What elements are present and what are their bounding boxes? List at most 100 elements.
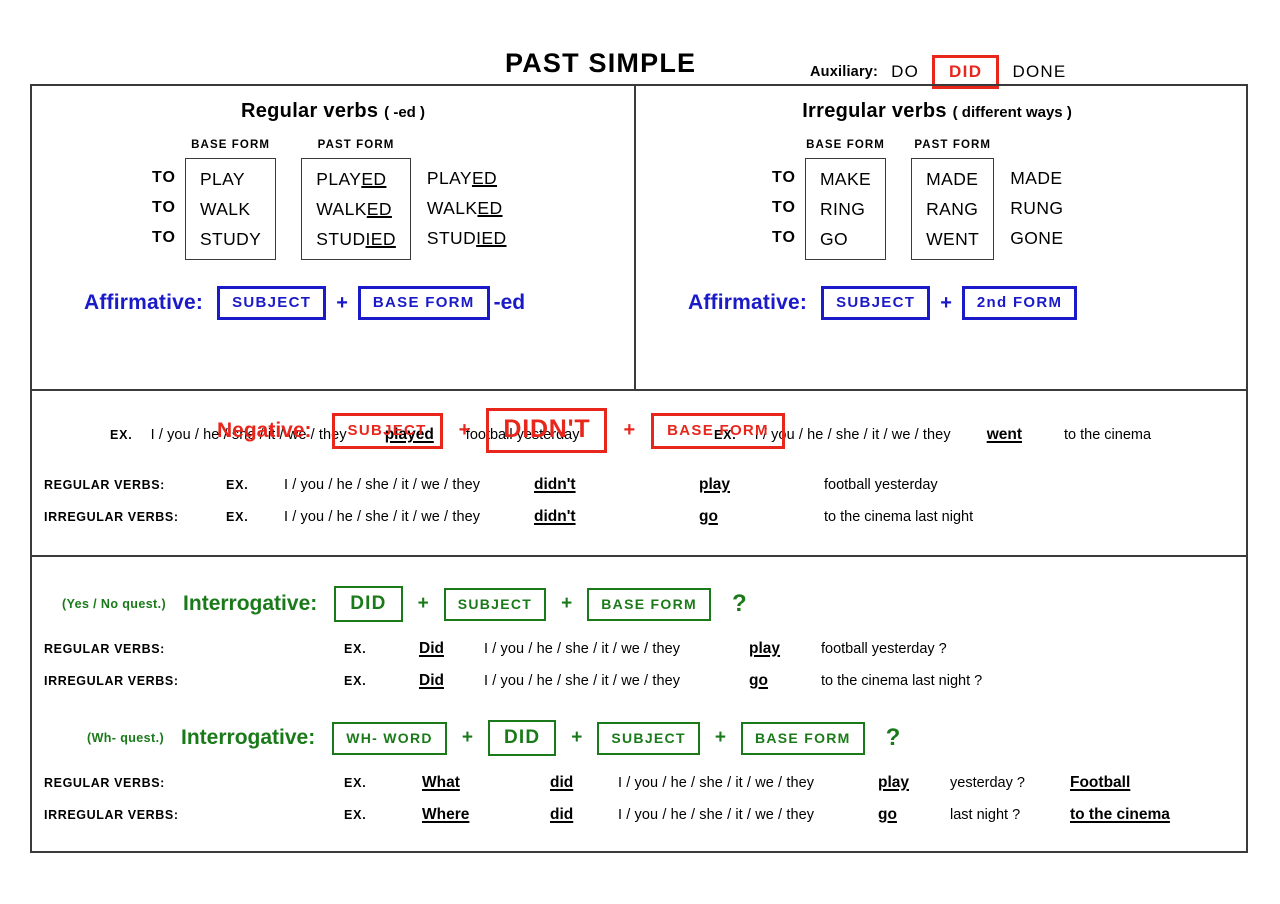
regular-base-header: BASE FORM [191, 139, 271, 151]
irregular-to-column: TO TO TO [772, 139, 805, 258]
example-tag: EX. [344, 776, 367, 790]
auxiliary-do: DO [891, 62, 919, 81]
table-row: RUNG [1010, 197, 1064, 218]
regular-subject-box: SUBJECT [217, 286, 327, 320]
section-separator-negative [32, 389, 1246, 391]
table-row: PLAY [199, 168, 245, 189]
interrogative-did-box: DID [334, 586, 403, 622]
example-answer: Football [1070, 774, 1131, 791]
irregular-subject-box: SUBJECT [821, 286, 931, 320]
table-row: STUDY [199, 228, 262, 249]
regular-verb-table: TO TO TO BASE FORM PLAY WALK STUDY PAST … [152, 139, 507, 260]
negative-subject-box: SUBJECT [331, 412, 443, 449]
example-subject: I / you / he / she / it / we / they [284, 509, 481, 525]
negative-didnt-box: DIDN'T [486, 408, 608, 453]
table-row: TO [152, 229, 176, 246]
table-row: WENT [926, 228, 980, 249]
regular-baseform-box: BASE FORM [357, 286, 490, 320]
example-aux: did [550, 774, 574, 791]
question-mark: ? [885, 724, 901, 751]
example-rest: to the cinema last night ? [821, 673, 983, 689]
table-row: TO [152, 169, 176, 186]
irregular-affirmative-formula: Affirmative: SUBJECT + 2nd FORM [688, 286, 1078, 320]
page-header: PAST SIMPLE Auxiliary: DO DID DONE [0, 22, 1280, 89]
interrogative-whword-box: WH- WORD [332, 721, 447, 755]
example-subject: I / you / he / she / it / we / they [618, 807, 815, 823]
example-verb: play [878, 774, 910, 791]
example-aux: did [550, 806, 574, 823]
row-label: IRREGULAR VERBS: [44, 808, 179, 822]
plus-sign: + [417, 593, 429, 614]
section-separator-interrogative [32, 555, 1246, 557]
row-label: REGULAR VERBS: [44, 478, 165, 492]
regular-past-column: PAST FORM PLAY ED WALK ED STUD IED [301, 139, 411, 260]
example-aux: didn't [534, 508, 576, 525]
table-row: GO [819, 228, 848, 249]
negative-formula: Negative: SUBJECT + DIDN'T + BASE FORM [217, 408, 785, 453]
example-tag: EX. [344, 642, 367, 656]
regular-panel-title: Regular verbs ( -ed ) [32, 100, 634, 123]
interrogative-wh-row-regular: REGULAR VERBS: EX. What did I / you / he… [44, 774, 1130, 792]
example-rest: football yesterday [824, 477, 938, 493]
example-rest: football yesterday ? [821, 641, 947, 657]
table-row: MAKE [819, 168, 872, 189]
interrogative-baseform-box: BASE FORM [740, 721, 865, 755]
example-rest: last night ? [950, 807, 1021, 823]
regular-base-box: PLAY WALK STUDY [184, 158, 277, 260]
example-subject: I / you / he / she / it / we / they [484, 641, 681, 657]
example-answer: to the cinema [1070, 806, 1170, 823]
interrogative-baseform-box: BASE FORM [587, 587, 711, 621]
example-tag: EX. [226, 478, 249, 492]
regular-past-header: PAST FORM [317, 139, 395, 151]
page-title: PAST SIMPLE [505, 48, 697, 78]
interrogative-did-box: DID [487, 720, 557, 756]
table-row: TO [772, 229, 796, 246]
table-row: MADE [926, 168, 979, 189]
irregular-base-box: MAKE RING GO [804, 158, 887, 260]
row-label: IRREGULAR VERBS: [44, 510, 179, 524]
irregular-past-box: MADE RANG WENT [911, 158, 995, 260]
interrogative-yesno-row-irregular: IRREGULAR VERBS: EX. Did I / you / he / … [44, 672, 982, 690]
irregular-past-header: PAST FORM [914, 139, 992, 151]
irregular-past-column: PAST FORM MADE RANG WENT [911, 139, 995, 260]
irregular-panel-title: Irregular verbs ( different ways ) [636, 100, 1238, 123]
irregular-base-header: BASE FORM [806, 139, 885, 151]
example-rest: to the cinema [1064, 427, 1152, 443]
regular-past-box: PLAY ED WALK ED STUD IED [301, 158, 411, 260]
interrogative-wh-hint: (Wh- quest.) [87, 731, 165, 745]
irregular-base-column: BASE FORM MAKE RING GO [804, 139, 887, 260]
example-rest: yesterday ? [950, 775, 1025, 791]
interrogative-wh-formula: (Wh- quest.) Interrogative: WH- WORD + D… [87, 720, 900, 756]
table-row: WALK ED [316, 198, 392, 219]
example-verb: go [878, 806, 897, 823]
regular-affirmative-label: Affirmative: [84, 291, 204, 314]
plus-sign: + [940, 291, 952, 314]
example-subject: I / you / he / she / it / we / they [618, 775, 815, 791]
plus-sign: + [571, 727, 583, 748]
example-tag: EX. [110, 428, 133, 442]
example-tag: EX. [344, 808, 367, 822]
table-row: STUD IED [316, 228, 396, 249]
table-row: GONE [1010, 227, 1064, 248]
chart-frame: Regular verbs ( -ed ) TO TO TO BASE FORM… [30, 84, 1248, 853]
regular-ed-suffix: -ed [493, 291, 526, 314]
example-verb: play [699, 476, 731, 493]
example-verb: go [699, 508, 718, 525]
row-label: REGULAR VERBS: [44, 642, 165, 656]
example-tag: EX. [226, 510, 249, 524]
table-row: RANG [926, 198, 979, 219]
example-aux: Did [419, 672, 444, 689]
negative-row-regular: REGULAR VERBS: EX. I / you / he / she / … [44, 476, 938, 494]
regular-base-column: BASE FORM PLAY WALK STUDY [184, 139, 277, 260]
table-row: WALK [199, 198, 251, 219]
table-row: WALK ED [426, 197, 503, 218]
example-aux: Did [419, 640, 444, 657]
irregular-title-text: Irregular verbs [802, 100, 947, 122]
example-subject: I / you / he / she / it / we / they [284, 477, 481, 493]
table-row: STUD IED [426, 227, 507, 248]
row-label: REGULAR VERBS: [44, 776, 165, 790]
plus-sign: + [336, 291, 348, 314]
regular-to-column: TO TO TO [152, 139, 185, 258]
irregular-title-note: ( different ways ) [952, 104, 1072, 121]
regular-title-note: ( -ed ) [384, 104, 425, 121]
